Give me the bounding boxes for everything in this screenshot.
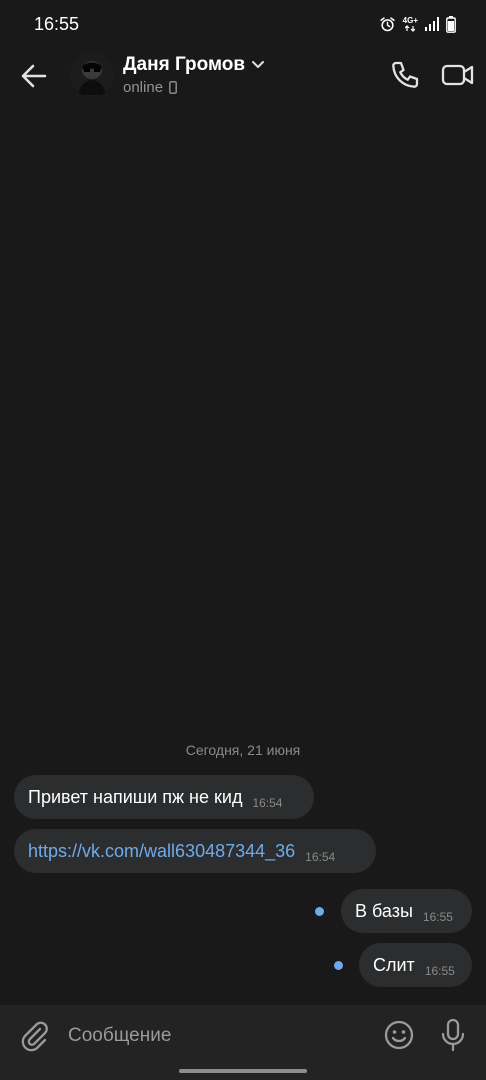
back-button[interactable] <box>18 60 50 92</box>
status-bar: 16:55 4G+ <box>0 0 486 48</box>
chat-header: Даня Громов online <box>0 48 486 104</box>
chevron-down-icon <box>252 61 265 68</box>
unread-indicator <box>315 907 324 916</box>
phone-device-icon <box>169 81 177 94</box>
network-4g-icon: 4G+ <box>402 15 418 32</box>
message-time: 16:54 <box>252 796 283 810</box>
battery-icon <box>446 15 456 33</box>
contact-status: online <box>123 79 164 96</box>
message-bubble-incoming[interactable]: https://vk.com/wall630487344_36 16:54 <box>14 829 376 873</box>
alarm-icon <box>380 16 395 31</box>
message-bubble-incoming[interactable]: Привет напиши пж не кид 16:54 <box>14 775 314 819</box>
attach-button[interactable] <box>18 1018 50 1052</box>
message-bubble-outgoing[interactable]: Слит 16:55 <box>359 943 472 987</box>
message-bubble-outgoing[interactable]: В базы 16:55 <box>341 889 472 933</box>
message-input[interactable] <box>62 1017 362 1055</box>
phone-icon <box>392 61 419 88</box>
microphone-icon <box>441 1018 465 1052</box>
date-separator: Сегодня, 21 июня <box>185 742 301 758</box>
voice-message-button[interactable] <box>439 1017 467 1053</box>
message-text: В базы <box>355 900 413 921</box>
status-time: 16:55 <box>34 13 80 34</box>
message-time: 16:55 <box>424 964 455 978</box>
video-camera-icon <box>441 64 474 86</box>
arrow-left-icon <box>21 64 47 88</box>
message-composer <box>0 1005 486 1067</box>
unread-indicator <box>334 961 343 970</box>
emoji-button[interactable] <box>383 1019 415 1051</box>
message-time: 16:54 <box>305 850 336 864</box>
message-text: Привет напиши пж не кид <box>28 786 243 807</box>
avatar[interactable] <box>70 53 114 97</box>
home-indicator[interactable] <box>179 1069 307 1073</box>
message-text: Слит <box>373 954 415 975</box>
contact-name: Даня Громов <box>123 54 246 75</box>
network-label: 4G+ <box>402 15 418 25</box>
video-call-button[interactable] <box>440 58 476 92</box>
status-icons: 4G+ <box>379 15 456 33</box>
signal-icon <box>425 17 439 31</box>
call-button[interactable] <box>388 58 422 92</box>
message-time: 16:55 <box>422 910 453 924</box>
smiley-icon <box>384 1020 414 1050</box>
paperclip-icon <box>21 1021 48 1052</box>
contact-title[interactable]: Даня Громов online <box>123 54 265 96</box>
message-link[interactable]: https://vk.com/wall630487344_36 <box>28 841 295 862</box>
